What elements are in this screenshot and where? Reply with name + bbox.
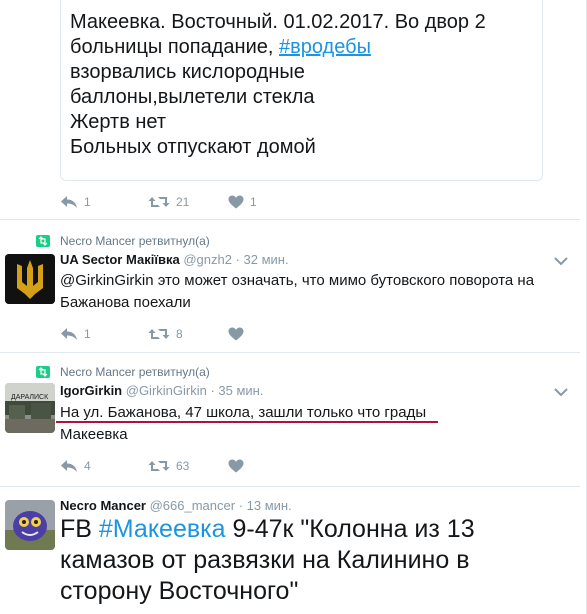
red-underline-annotation — [56, 421, 438, 423]
tweet-text-prefix: FB — [60, 515, 99, 543]
card-text-line1: Макеевка. Восточный. 01.02.2017. Во двор… — [70, 11, 486, 33]
avatar[interactable] — [5, 254, 55, 304]
retweet-button[interactable]: 21 — [148, 195, 228, 209]
tweet[interactable]: Necro Mancer @666_mancer · 13 мин. FB #М… — [0, 487, 580, 614]
chevron-down-icon[interactable] — [554, 256, 568, 266]
tweet[interactable]: Necro Mancer ретвитнул(а) UA Sector Макі… — [0, 220, 580, 353]
tweet-header: IgorGirkin @GirkinGirkin · 35 мин. — [60, 383, 263, 398]
monster-avatar — [5, 500, 55, 550]
like-button[interactable] — [228, 459, 250, 473]
reply-icon — [61, 196, 77, 208]
avatar[interactable] — [5, 500, 55, 550]
timestamp[interactable]: · 32 мин. — [236, 252, 289, 267]
chevron-down-icon[interactable] — [554, 387, 568, 397]
like-icon — [228, 327, 244, 341]
retweeted-icon — [36, 366, 50, 378]
hashtag-link[interactable]: #Макеевка — [99, 515, 226, 543]
card-text-rest: взорвались кислородные баллоны,вылетели … — [70, 61, 316, 158]
like-button[interactable]: 1 — [228, 195, 257, 209]
display-name[interactable]: Necro Mancer — [60, 498, 146, 513]
retweet-button[interactable]: 8 — [148, 327, 228, 341]
tweet-header: Necro Mancer @666_mancer · 13 мин. — [60, 498, 292, 513]
display-name[interactable]: UA Sector Макіївка — [60, 252, 180, 267]
retweet-count: 8 — [176, 327, 183, 341]
tweet-text: На ул. Бажанова, 47 школа, зашли только … — [60, 402, 570, 446]
reply-icon — [61, 460, 77, 472]
tweet-actions: 1 21 1 — [60, 192, 257, 212]
tweet-text-line2: Макеевка — [60, 426, 128, 443]
card-text-line2: больницы попадание, — [70, 36, 279, 58]
display-name[interactable]: IgorGirkin — [60, 383, 122, 398]
retweet-count: 63 — [176, 459, 190, 473]
tweet-text: FB #Макеевка 9-47к "Колонна из 13 камазо… — [60, 514, 560, 607]
user-handle[interactable]: @666_mancer — [150, 498, 235, 513]
timeline: Макеевка. Восточный. 01.02.2017. Во двор… — [0, 0, 587, 614]
like-count: 1 — [250, 195, 257, 209]
tweet-text: @GirkinGirkin это может означать, что ми… — [60, 272, 535, 311]
reply-button[interactable]: 4 — [60, 459, 148, 473]
retweet-context-text: Necro Mancer ретвитнул(а) — [60, 365, 210, 379]
avatar-photo: ДАРАЛИСК — [5, 383, 55, 433]
reply-count: 1 — [84, 195, 91, 209]
reply-count: 1 — [84, 327, 91, 341]
avatar-caption: ДАРАЛИСК — [11, 394, 49, 401]
reply-count: 4 — [84, 459, 91, 473]
retweet-button[interactable]: 63 — [148, 459, 228, 473]
card-text: Макеевка. Восточный. 01.02.2017. Во двор… — [70, 10, 540, 160]
tweet-actions: 1 8 — [60, 324, 250, 344]
retweet-count: 21 — [176, 195, 190, 209]
user-handle[interactable]: @gnzh2 — [183, 252, 232, 267]
like-icon — [228, 459, 244, 473]
retweet-context: Necro Mancer ретвитнул(а) — [36, 234, 210, 248]
timestamp[interactable]: · 35 мин. — [210, 383, 263, 398]
retweet-icon — [148, 461, 170, 471]
tweet-actions: 4 63 — [60, 456, 250, 476]
like-icon — [228, 195, 244, 209]
like-button[interactable] — [228, 327, 250, 341]
reply-button[interactable]: 1 — [60, 327, 148, 341]
retweet-icon — [148, 329, 170, 339]
tweet-card[interactable]: Макеевка. Восточный. 01.02.2017. Во двор… — [0, 0, 580, 220]
avatar[interactable]: ДАРАЛИСК — [5, 383, 55, 433]
tweet-header: UA Sector Макіївка @gnzh2 · 32 мин. — [60, 252, 289, 267]
embedded-card[interactable]: Макеевка. Восточный. 01.02.2017. Во двор… — [60, 0, 543, 181]
tweet[interactable]: Necro Mancer ретвитнул(а) ДАРАЛИСК IgorG… — [0, 353, 580, 487]
timestamp[interactable]: · 13 мин. — [239, 498, 292, 513]
hashtag-link[interactable]: #вродебы — [279, 36, 371, 58]
reply-button[interactable]: 1 — [60, 195, 148, 209]
retweeted-icon — [36, 235, 50, 247]
retweet-context-text: Necro Mancer ретвитнул(а) — [60, 234, 210, 248]
trident-logo — [5, 254, 55, 304]
retweet-icon — [148, 197, 170, 207]
user-handle[interactable]: @GirkinGirkin — [126, 383, 207, 398]
reply-icon — [61, 328, 77, 340]
retweet-context: Necro Mancer ретвитнул(а) — [36, 365, 210, 379]
